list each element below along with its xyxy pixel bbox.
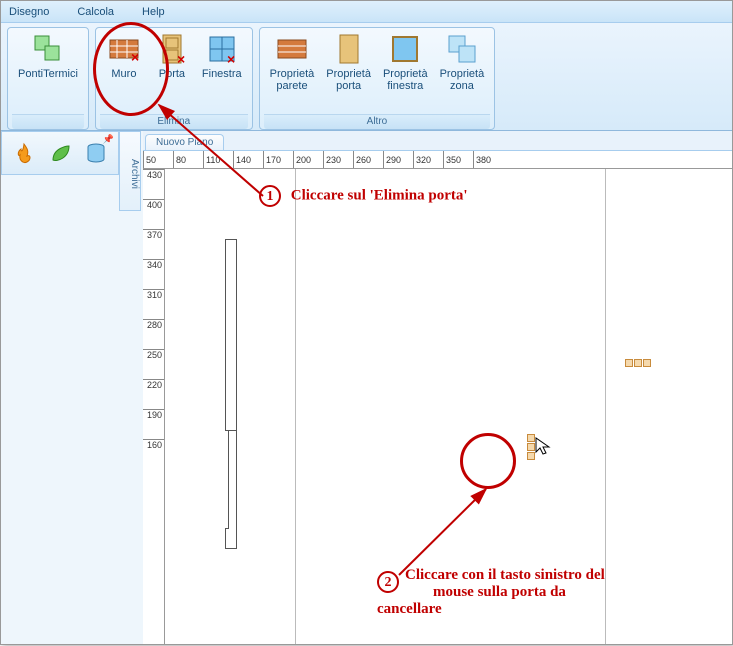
menu-calcola[interactable]: Calcola bbox=[77, 6, 114, 18]
wall[interactable] bbox=[225, 239, 237, 431]
annotation-text: Cliccare con il tasto sinistro del bbox=[405, 567, 605, 583]
wall-properties-button[interactable]: Proprietà parete bbox=[264, 30, 321, 94]
menu-disegno[interactable]: Disegno bbox=[9, 6, 49, 18]
ruler-tick: 430 bbox=[143, 169, 164, 199]
ruler-tick: 370 bbox=[143, 229, 164, 259]
ruler-horizontal: 5080110140170200230260290320350380 bbox=[143, 151, 732, 169]
wall[interactable] bbox=[225, 239, 226, 251]
cursor-icon bbox=[535, 437, 553, 457]
ruler-tick: 110 bbox=[203, 151, 233, 168]
ruler-tick: 170 bbox=[263, 151, 293, 168]
ruler-tick: 50 bbox=[143, 151, 173, 168]
label: Proprietà bbox=[326, 68, 371, 80]
step-number-2: 2 bbox=[377, 571, 399, 593]
database-icon[interactable] bbox=[85, 142, 107, 164]
ruler-tick: 230 bbox=[323, 151, 353, 168]
wall-icon bbox=[275, 32, 309, 66]
ruler-tick: 200 bbox=[293, 151, 323, 168]
ponti-termici-button[interactable]: PontiTermici bbox=[12, 30, 84, 82]
fire-icon[interactable] bbox=[13, 142, 35, 164]
annotation-circle-2 bbox=[460, 433, 516, 489]
group-label bbox=[12, 114, 84, 129]
ruler-tick: 400 bbox=[143, 199, 164, 229]
tab-strip: Nuovo Piano bbox=[143, 131, 732, 151]
left-toolbar: 📌 bbox=[1, 131, 119, 175]
door-properties-button[interactable]: Proprietà porta bbox=[320, 30, 377, 94]
ruler-vertical: 430400370340310280250220190160 bbox=[143, 169, 165, 644]
door-icon bbox=[332, 32, 366, 66]
ribbon-group-ponti: PontiTermici bbox=[7, 27, 89, 130]
ruler-tick: 310 bbox=[143, 289, 164, 319]
thermal-bridge-icon bbox=[31, 32, 65, 66]
delete-window-button[interactable]: × Finestra bbox=[196, 30, 248, 82]
label: parete bbox=[276, 80, 307, 92]
group-label: Altro bbox=[264, 114, 491, 129]
guide-line bbox=[295, 169, 296, 644]
ruler-tick: 260 bbox=[353, 151, 383, 168]
pin-icon[interactable]: 📌 bbox=[103, 134, 114, 145]
annotation-2: 2 Cliccare con il tasto sinistro del mou… bbox=[377, 567, 606, 618]
ruler-tick: 160 bbox=[143, 439, 164, 469]
label: PontiTermici bbox=[18, 68, 78, 80]
ruler-tick: 220 bbox=[143, 379, 164, 409]
annotation-text: mouse sulla porta da cancellare bbox=[377, 584, 566, 617]
step-number-1: 1 bbox=[259, 185, 281, 207]
label: Proprietà bbox=[440, 68, 485, 80]
label: Finestra bbox=[202, 68, 242, 80]
ruler-tick: 80 bbox=[173, 151, 203, 168]
side-tab-archivi[interactable]: Archivi bbox=[119, 131, 141, 211]
label: finestra bbox=[387, 80, 423, 92]
label: zona bbox=[450, 80, 474, 92]
ruler-tick: 140 bbox=[233, 151, 263, 168]
ruler-tick: 290 bbox=[383, 151, 413, 168]
door-symbol-target[interactable] bbox=[527, 434, 535, 460]
workspace: 📌 Archivi Nuovo Piano 508011014017020023… bbox=[1, 131, 732, 644]
ruler-tick: 380 bbox=[473, 151, 503, 168]
annotation-text: Cliccare sul 'Elimina porta' bbox=[291, 187, 468, 203]
ruler-tick: 340 bbox=[143, 259, 164, 289]
tab-nuovo-piano[interactable]: Nuovo Piano bbox=[145, 134, 224, 150]
ribbon-group-altro: Proprietà parete Proprietà porta Proprie… bbox=[259, 27, 496, 130]
label: Proprietà bbox=[383, 68, 428, 80]
ruler-tick: 250 bbox=[143, 349, 164, 379]
menubar: Disegno Calcola Help bbox=[1, 1, 732, 23]
ruler-tick: 320 bbox=[413, 151, 443, 168]
annotation-circle-1 bbox=[93, 22, 169, 116]
annotation-1: 1 Cliccare sul 'Elimina porta' bbox=[259, 185, 468, 207]
ruler-tick: 350 bbox=[443, 151, 473, 168]
group-label: Elimina bbox=[100, 114, 248, 129]
zone-icon bbox=[445, 32, 479, 66]
ruler-tick: 190 bbox=[143, 409, 164, 439]
window-frame-icon bbox=[388, 32, 422, 66]
ruler-tick: 280 bbox=[143, 319, 164, 349]
leaf-icon[interactable] bbox=[49, 142, 71, 164]
svg-text:×: × bbox=[227, 51, 235, 66]
menu-help[interactable]: Help bbox=[142, 6, 165, 18]
svg-text:×: × bbox=[177, 51, 185, 66]
zone-properties-button[interactable]: Proprietà zona bbox=[434, 30, 491, 94]
label: Proprietà bbox=[270, 68, 315, 80]
label: porta bbox=[336, 80, 361, 92]
window-properties-button[interactable]: Proprietà finestra bbox=[377, 30, 434, 94]
door-symbol[interactable] bbox=[625, 359, 651, 367]
window-delete-icon: × bbox=[205, 32, 239, 66]
